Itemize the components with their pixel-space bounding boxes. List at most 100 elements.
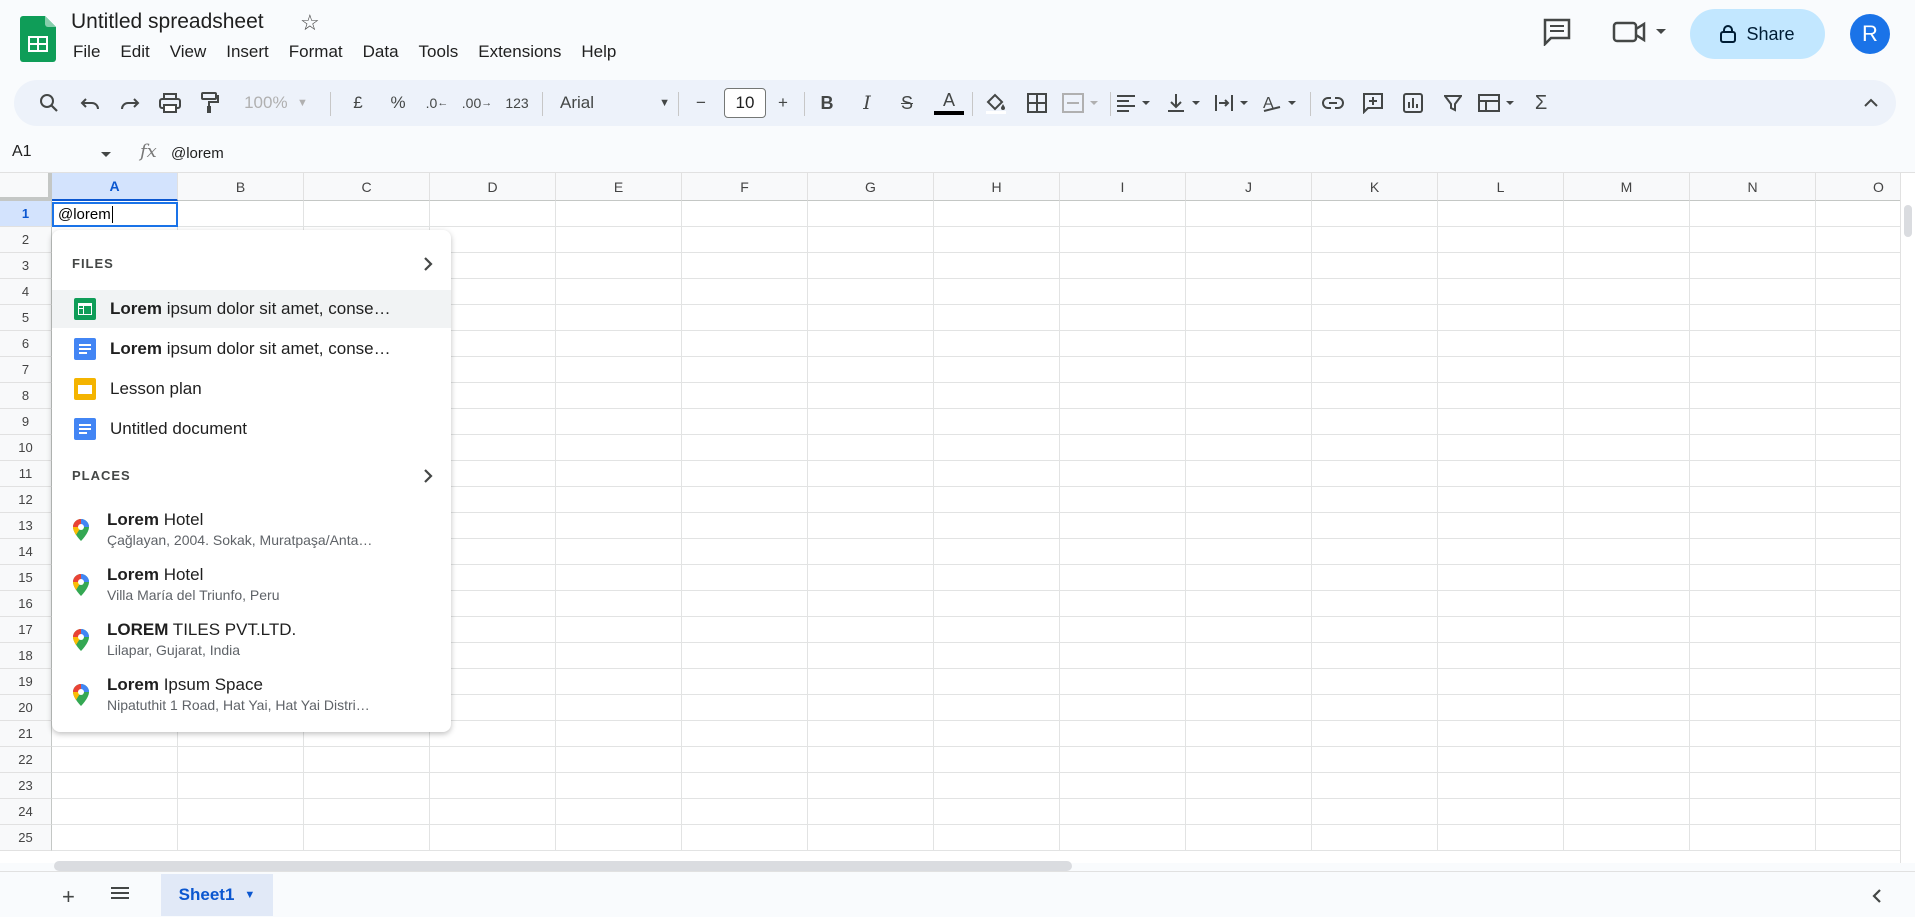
row-header[interactable]: 22 <box>0 747 52 773</box>
row-header[interactable]: 7 <box>0 357 52 383</box>
vertical-scroll-thumb[interactable] <box>1904 205 1912 237</box>
font-size-input[interactable]: 10 <box>724 88 766 118</box>
add-sheet-button[interactable]: + <box>62 884 75 910</box>
account-avatar[interactable]: R <box>1850 14 1890 54</box>
menu-edit[interactable]: Edit <box>110 42 159 62</box>
chevron-right-icon[interactable] <box>423 468 433 489</box>
row-header[interactable]: 9 <box>0 409 52 435</box>
formula-input[interactable]: @lorem <box>171 145 224 162</box>
font-select[interactable]: Arial ▼ <box>554 80 676 126</box>
row-header[interactable]: 12 <box>0 487 52 513</box>
place-item[interactable]: Lorem Hotel Çağlayan, 2004. Sokak, Murat… <box>52 506 451 556</box>
select-all-corner[interactable] <box>0 173 52 201</box>
bold-button[interactable]: B <box>812 80 842 126</box>
column-header[interactable]: B <box>178 173 304 201</box>
chevron-down-icon[interactable]: ▼ <box>244 889 255 901</box>
row-header[interactable]: 10 <box>0 435 52 461</box>
font-size-decrease-button[interactable]: − <box>686 80 716 126</box>
file-item[interactable]: Untitled document <box>52 410 451 448</box>
column-header[interactable]: H <box>934 173 1060 201</box>
row-header[interactable]: 14 <box>0 539 52 565</box>
menu-format[interactable]: Format <box>279 42 353 62</box>
all-sheets-menu-icon[interactable] <box>110 886 130 905</box>
name-box[interactable]: A1 <box>12 143 32 161</box>
italic-button[interactable]: I <box>852 80 882 126</box>
menu-tools[interactable]: Tools <box>409 42 469 62</box>
chevron-right-icon[interactable] <box>423 256 433 277</box>
file-item[interactable]: Lorem ipsum dolor sit amet, conse… <box>52 290 451 328</box>
row-header[interactable]: 24 <box>0 799 52 825</box>
column-header[interactable]: E <box>556 173 682 201</box>
column-header[interactable]: N <box>1690 173 1816 201</box>
currency-format-button[interactable]: £ <box>344 80 372 126</box>
file-item[interactable]: Lesson plan <box>52 370 451 408</box>
comments-icon[interactable] <box>1542 18 1576 50</box>
text-wrapping-icon[interactable] <box>1212 80 1256 126</box>
row-header[interactable]: 19 <box>0 669 52 695</box>
chevron-down-icon[interactable] <box>100 146 112 164</box>
font-size-increase-button[interactable]: + <box>768 80 798 126</box>
place-item[interactable]: LOREM TILES PVT.LTD. Lilapar, Gujarat, I… <box>52 616 451 666</box>
align-left-icon[interactable] <box>1114 80 1158 126</box>
row-header[interactable]: 11 <box>0 461 52 487</box>
menu-data[interactable]: Data <box>353 42 409 62</box>
menu-insert[interactable]: Insert <box>216 42 279 62</box>
row-header[interactable]: 5 <box>0 305 52 331</box>
percent-format-button[interactable]: % <box>384 80 412 126</box>
sheets-logo-icon[interactable] <box>20 16 56 62</box>
row-header[interactable]: 4 <box>0 279 52 305</box>
document-title[interactable]: Untitled spreadsheet <box>71 10 264 34</box>
paint-format-icon[interactable] <box>196 80 224 126</box>
sheet-tab-active[interactable]: Sheet1 ▼ <box>161 874 273 916</box>
row-header[interactable]: 18 <box>0 643 52 669</box>
row-header[interactable]: 2 <box>0 227 52 253</box>
print-icon[interactable] <box>156 80 184 126</box>
row-header[interactable]: 15 <box>0 565 52 591</box>
insert-comment-icon[interactable] <box>1358 80 1388 126</box>
row-header[interactable]: 13 <box>0 513 52 539</box>
menu-help[interactable]: Help <box>571 42 626 62</box>
row-header[interactable]: 8 <box>0 383 52 409</box>
filter-icon[interactable] <box>1438 80 1468 126</box>
filter-views-icon[interactable] <box>1476 80 1520 126</box>
strikethrough-button[interactable]: S <box>892 80 922 126</box>
undo-icon[interactable] <box>76 80 104 126</box>
menu-file[interactable]: File <box>63 42 110 62</box>
insert-chart-icon[interactable] <box>1398 80 1428 126</box>
place-item[interactable]: Lorem Ipsum Space Nipatuthit 1 Road, Hat… <box>52 671 451 721</box>
column-header[interactable]: J <box>1186 173 1312 201</box>
more-formats-button[interactable]: 123 <box>500 80 534 126</box>
row-header[interactable]: 20 <box>0 695 52 721</box>
column-header[interactable]: I <box>1060 173 1186 201</box>
row-header[interactable]: 21 <box>0 721 52 747</box>
share-button[interactable]: Share <box>1690 9 1825 59</box>
side-panel-toggle-icon[interactable] <box>1872 888 1882 909</box>
menu-view[interactable]: View <box>160 42 217 62</box>
insert-link-icon[interactable] <box>1318 80 1348 126</box>
text-rotation-icon[interactable]: A <box>1260 80 1304 126</box>
column-header[interactable]: K <box>1312 173 1438 201</box>
column-header[interactable]: O <box>1816 173 1900 201</box>
search-icon[interactable] <box>34 80 64 126</box>
row-header[interactable]: 3 <box>0 253 52 279</box>
row-header[interactable]: 6 <box>0 331 52 357</box>
row-header[interactable]: 16 <box>0 591 52 617</box>
column-header[interactable]: A <box>52 173 178 201</box>
decrease-decimal-button[interactable]: .0 ← <box>420 80 454 126</box>
column-header[interactable]: G <box>808 173 934 201</box>
vertical-scrollbar[interactable] <box>1900 173 1915 863</box>
borders-icon[interactable] <box>1022 80 1052 126</box>
horizontal-scroll-thumb[interactable] <box>54 861 1072 871</box>
fill-color-icon[interactable] <box>980 80 1012 126</box>
functions-button[interactable]: Σ <box>1526 80 1556 126</box>
column-header[interactable]: L <box>1438 173 1564 201</box>
vertical-align-icon[interactable] <box>1164 80 1208 126</box>
column-header[interactable]: D <box>430 173 556 201</box>
column-header[interactable]: M <box>1564 173 1690 201</box>
row-header[interactable]: 23 <box>0 773 52 799</box>
place-item[interactable]: Lorem Hotel Villa María del Triunfo, Per… <box>52 561 451 611</box>
column-header[interactable]: F <box>682 173 808 201</box>
star-icon[interactable]: ☆ <box>300 10 320 36</box>
increase-decimal-button[interactable]: .00 → <box>460 80 494 126</box>
row-header[interactable]: 17 <box>0 617 52 643</box>
